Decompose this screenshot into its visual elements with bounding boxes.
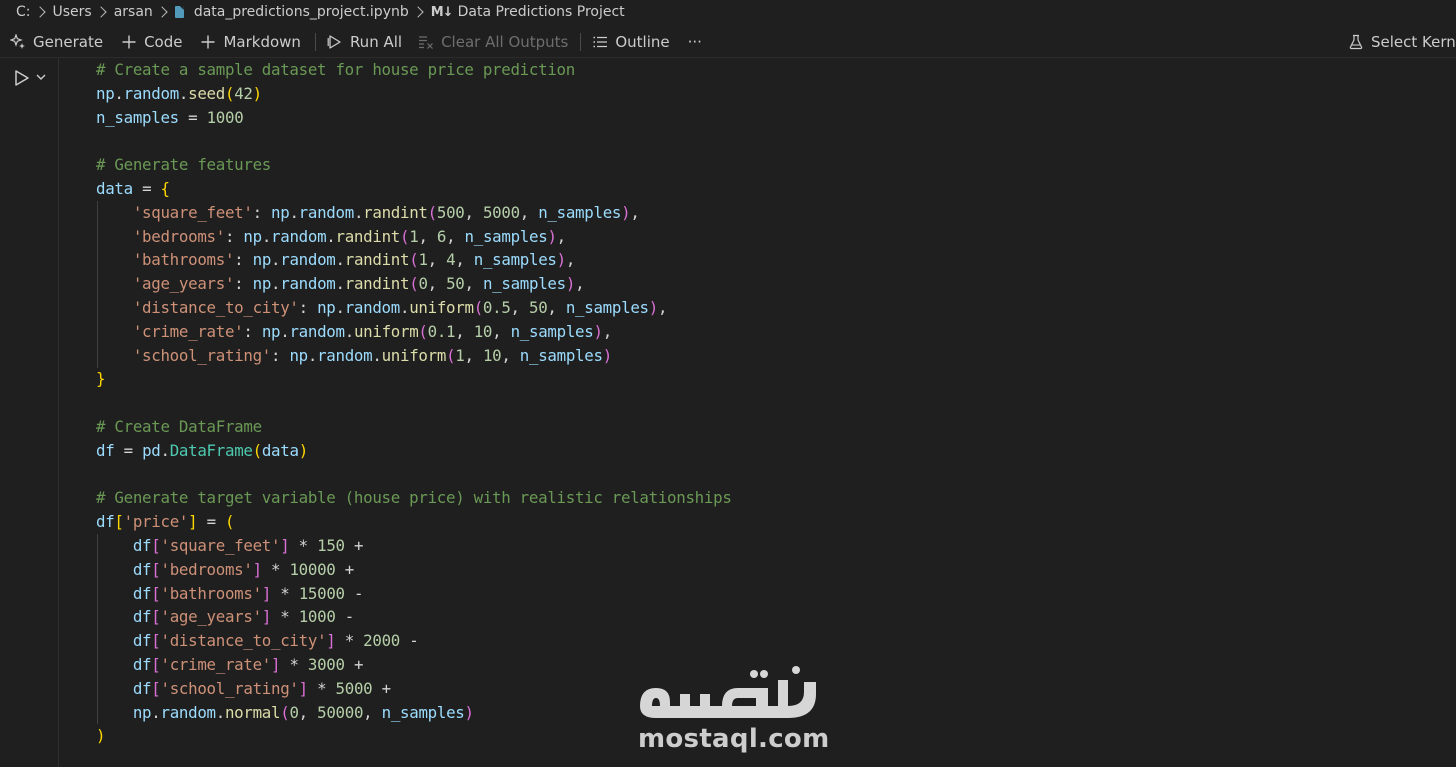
code-line: df['crime_rate'] * 3000 + [132,654,364,674]
select-kernel-button[interactable]: Select Kernel [1344,29,1456,55]
code-line: # Generate target variable (house price)… [96,488,732,508]
toolbar-divider [314,33,316,51]
toolbar-divider [580,33,582,51]
notebook-cell-area: # Create a sample dataset for house pric… [0,58,1456,767]
breadcrumb-drive[interactable]: C: [16,4,31,20]
sparkle-icon [10,34,25,49]
plus-icon [122,35,136,49]
list-icon [593,36,608,48]
code-line: 'school_rating': np.random.uniform(1, 10… [132,345,612,365]
code-line: np.random.seed(42) [96,83,262,103]
outline-button[interactable]: Outline [588,29,673,55]
breadcrumb-file[interactable]: data_predictions_project.ipynb [174,4,409,20]
generate-label: Generate [33,33,104,51]
run-all-icon [327,35,341,49]
code-label: Code [144,33,183,51]
code-line: 'distance_to_city': np.random.uniform(0.… [132,297,668,317]
chevron-right-icon [95,6,107,18]
code-line: np.random.normal(0, 50000, n_samples) [132,702,474,722]
code-line: # Generate features [96,155,272,175]
chevron-right-icon [412,6,424,18]
code-line: df['bedrooms'] * 10000 + [132,559,354,579]
code-line: n_samples = 1000 [96,107,244,127]
breadcrumb: C: Users arsan data_predictions_project.… [0,0,1456,24]
select-kernel-label: Select Kernel [1371,33,1456,51]
notebook-toolbar: Generate Code Markdown Run All Clear All… [0,27,1456,58]
code-line: df['square_feet'] * 150 + [132,535,364,555]
markdown-icon: M↓ [430,4,454,20]
generate-button[interactable]: Generate [6,29,107,55]
code-line: 'bedrooms': np.random.randint(1, 6, n_sa… [132,226,566,246]
breadcrumb-section[interactable]: M↓ Data Predictions Project [431,4,625,20]
clear-all-outputs-label: Clear All Outputs [441,33,569,51]
run-all-label: Run All [349,33,403,51]
code-line: ) [96,726,106,746]
code-line: data = { [96,178,170,198]
code-line: df['distance_to_city'] * 2000 - [132,631,419,651]
code-line: 'age_years': np.random.randint(0, 50, n_… [132,274,585,294]
clear-all-outputs-button[interactable]: Clear All Outputs [414,29,572,55]
run-cell-icon[interactable] [12,68,32,88]
kernel-icon [1349,34,1363,50]
code-line: 'square_feet': np.random.randint(500, 50… [132,202,640,222]
breadcrumb-file-label: data_predictions_project.ipynb [193,4,409,20]
markdown-label: Markdown [223,33,301,51]
code-line: } [96,369,106,389]
code-line: # Create DataFrame [96,416,262,436]
code-block[interactable]: # Create a sample dataset for house pric… [96,58,732,748]
file-icon [174,6,184,18]
code-line: df['price'] = ( [96,512,235,532]
code-line: 'crime_rate': np.random.uniform(0.1, 10,… [132,321,612,341]
more-actions-button[interactable]: ··· [684,29,706,55]
code-line: df['bathrooms'] * 15000 - [132,583,364,603]
chevron-down-icon[interactable] [34,70,48,84]
cell-gutter [0,58,56,767]
outline-label: Outline [615,33,670,51]
code-line: df = pd.DataFrame(data) [96,440,308,460]
code-line: df['age_years'] * 1000 - [132,607,354,627]
breadcrumb-section-label: Data Predictions Project [457,4,625,20]
breadcrumb-folder-arsan[interactable]: arsan [114,4,153,20]
run-all-button[interactable]: Run All [323,29,406,55]
code-cell-editor[interactable]: # Create a sample dataset for house pric… [58,58,1456,767]
breadcrumb-folder-users[interactable]: Users [53,4,92,20]
code-line: 'bathrooms': np.random.randint(1, 4, n_s… [132,250,576,270]
add-markdown-cell-button[interactable]: Markdown [196,29,304,55]
plus-icon [201,35,215,49]
chevron-right-icon [33,6,46,18]
clear-outputs-icon [419,36,434,49]
add-code-cell-button[interactable]: Code [117,29,186,55]
code-line: df['school_rating'] * 5000 + [132,678,391,698]
chevron-right-icon [156,6,168,18]
code-line: # Create a sample dataset for house pric… [96,60,575,79]
